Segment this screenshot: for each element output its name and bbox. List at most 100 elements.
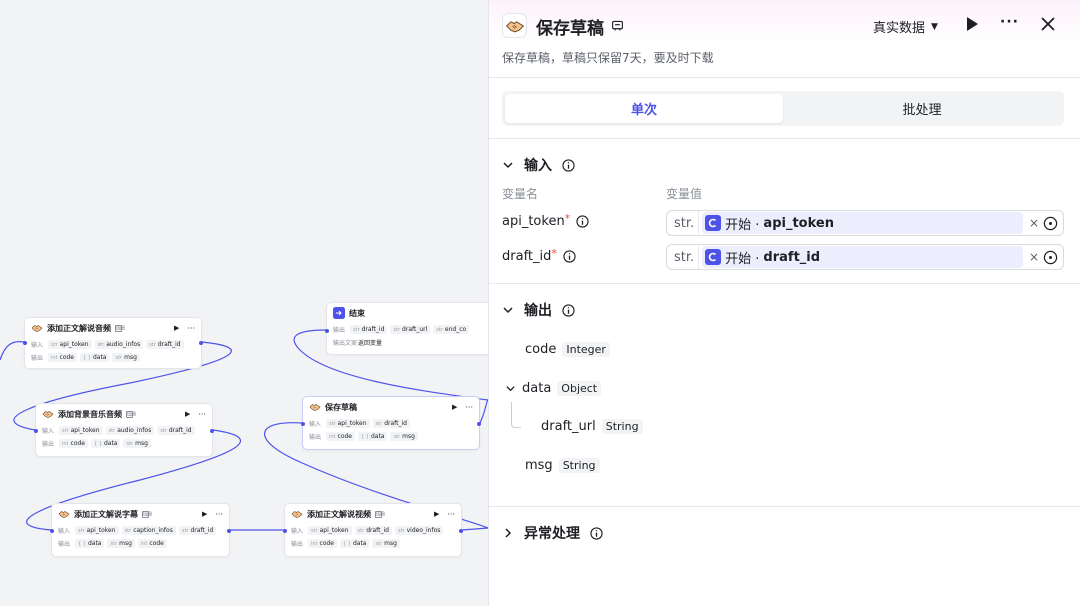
- param-tag: str draft_id: [157, 426, 195, 435]
- node-output-label: 输出: [58, 541, 71, 548]
- close-icon[interactable]: [1040, 16, 1056, 32]
- node-title: 保存草稿: [325, 402, 357, 412]
- param-value-draft-id[interactable]: str. 开始 · draft_id ×: [666, 244, 1064, 270]
- output-field-data[interactable]: data Object: [505, 381, 602, 396]
- workflow-node-add-narration-audio[interactable]: 添加正文解说音频 ⌨ ▶ ··· 输入 str api_token str audi…: [23, 317, 203, 369]
- info-icon[interactable]: [562, 303, 575, 317]
- node-icon: [502, 13, 527, 38]
- output-section-header[interactable]: 输出: [502, 300, 575, 320]
- info-icon[interactable]: [576, 215, 589, 228]
- output-port[interactable]: [477, 422, 481, 426]
- param-name-draft-id: draft_id *: [502, 247, 576, 264]
- run-icon[interactable]: [965, 16, 979, 32]
- handshake-icon: [291, 511, 303, 518]
- param-tag: str end_co: [433, 325, 470, 334]
- output-port[interactable]: [459, 529, 463, 533]
- workflow-node-save-draft[interactable]: 保存草稿 ▶ ··· 输入 str api_token str draft_id 输…: [301, 396, 481, 450]
- workflow-node-add-bgm-audio[interactable]: 添加背景音乐音频 ⌨ ▶ ··· 输入 str api_token str audi…: [34, 403, 214, 457]
- param-tag: int code: [59, 439, 89, 448]
- exception-section-header[interactable]: 异常处理: [502, 523, 603, 543]
- param-value-api-token[interactable]: str. 开始 · api_token ×: [666, 210, 1064, 236]
- panel-header: 保存草稿 保存草稿，草稿只保留7天，要及时下载 真实数据 ▼ ···: [489, 0, 1080, 78]
- divider: [489, 283, 1080, 284]
- param-type: str.: [670, 211, 700, 235]
- chevron-down-icon: [503, 162, 513, 169]
- edit-icon[interactable]: [611, 19, 624, 32]
- output-field-draft-url: draft_url String: [541, 419, 643, 434]
- param-name-api-token: api_token *: [502, 212, 589, 229]
- more-icon[interactable]: ···: [215, 510, 223, 519]
- more-icon[interactable]: ···: [198, 410, 206, 419]
- more-icon[interactable]: ···: [187, 324, 195, 333]
- run-icon[interactable]: ▶: [434, 510, 439, 518]
- node-input-label: 输入: [58, 528, 71, 535]
- output-port[interactable]: [199, 341, 203, 345]
- node-output-label: 输出: [291, 541, 304, 548]
- start-node-icon: [705, 249, 722, 265]
- output-field-msg: msg String: [525, 458, 600, 473]
- param-tag: int code: [308, 539, 338, 548]
- workflow-node-add-narration-video[interactable]: 添加正文解说视频 ⌨ ▶ ··· 输入 str api_token str draf…: [283, 503, 463, 557]
- variable-reference[interactable]: 开始 · draft_id: [702, 246, 1023, 268]
- workflow-node-end[interactable]: 结束 输出 str draft_id str draft_url str end_co…: [325, 302, 488, 355]
- variable-reference[interactable]: 开始 · api_token: [702, 212, 1023, 234]
- variable-picker-icon[interactable]: [1043, 216, 1058, 231]
- run-icon[interactable]: ▶: [202, 510, 207, 518]
- column-header-name: 变量名: [502, 187, 539, 201]
- tab-batch[interactable]: 批处理: [783, 94, 1061, 123]
- data-mode-dropdown[interactable]: 真实数据 ▼: [873, 17, 938, 36]
- clear-icon[interactable]: ×: [1027, 250, 1041, 264]
- param-tag: str draft_id: [146, 340, 184, 349]
- info-icon[interactable]: [562, 158, 575, 172]
- input-port[interactable]: [34, 429, 38, 433]
- param-tag: str msg: [123, 439, 151, 448]
- handshake-icon: [505, 20, 524, 32]
- info-icon[interactable]: [563, 250, 576, 263]
- input-port[interactable]: [50, 529, 54, 533]
- run-icon[interactable]: ▶: [174, 324, 179, 332]
- more-icon[interactable]: ···: [1000, 14, 1019, 30]
- chevron-down-icon[interactable]: [505, 383, 516, 394]
- edit-icon[interactable]: ⌨: [115, 324, 125, 332]
- handshake-icon: [42, 411, 54, 418]
- output-port[interactable]: [210, 429, 214, 433]
- clear-icon[interactable]: ×: [1027, 216, 1041, 230]
- edge: [461, 527, 488, 531]
- param-tag: int code: [326, 432, 356, 441]
- edit-icon[interactable]: ⌨: [375, 510, 385, 518]
- edit-icon[interactable]: ⌨: [126, 410, 136, 418]
- info-icon[interactable]: [590, 526, 603, 540]
- input-port[interactable]: [325, 329, 329, 333]
- chevron-right-icon: [505, 528, 512, 538]
- variable-picker-icon[interactable]: [1043, 250, 1058, 265]
- panel-title[interactable]: 保存草稿: [536, 14, 604, 39]
- output-field-name: data: [522, 381, 552, 396]
- more-icon[interactable]: ···: [465, 403, 473, 412]
- node-title: 添加背景音乐音频: [58, 409, 122, 419]
- param-tag: str draft_url: [390, 325, 431, 334]
- workflow-canvas[interactable]: 添加正文解说音频 ⌨ ▶ ··· 输入 str api_token str audi…: [0, 0, 488, 606]
- node-title: 添加正文解说视频: [307, 509, 371, 519]
- param-tag: str draft_id: [350, 325, 388, 334]
- output-port[interactable]: [227, 529, 231, 533]
- tab-single[interactable]: 单次: [505, 94, 783, 123]
- output-field-type: Object: [557, 381, 602, 396]
- run-icon[interactable]: ▶: [452, 403, 457, 411]
- output-field-name: draft_url: [541, 419, 596, 434]
- panel-description: 保存草稿，草稿只保留7天，要及时下载: [502, 51, 714, 65]
- param-tag: { } data: [80, 353, 110, 362]
- input-port[interactable]: [301, 422, 305, 426]
- more-icon[interactable]: ···: [447, 510, 455, 519]
- data-mode-label: 真实数据: [873, 21, 926, 36]
- output-field-name: code: [525, 342, 557, 357]
- input-section-header[interactable]: 输入: [502, 155, 575, 175]
- handshake-icon: [58, 511, 70, 518]
- output-field-code: code Integer: [525, 342, 610, 357]
- input-port[interactable]: [23, 341, 27, 345]
- input-port[interactable]: [283, 529, 287, 533]
- run-icon[interactable]: ▶: [185, 410, 190, 418]
- workflow-node-add-narration-caption[interactable]: 添加正文解说字幕 ⌨ ▶ ··· 输入 str api_token str capt…: [50, 503, 231, 557]
- edit-icon[interactable]: ⌨: [142, 510, 152, 518]
- output-field-type: Integer: [562, 342, 610, 357]
- run-mode-tabs: 单次 批处理: [502, 91, 1064, 126]
